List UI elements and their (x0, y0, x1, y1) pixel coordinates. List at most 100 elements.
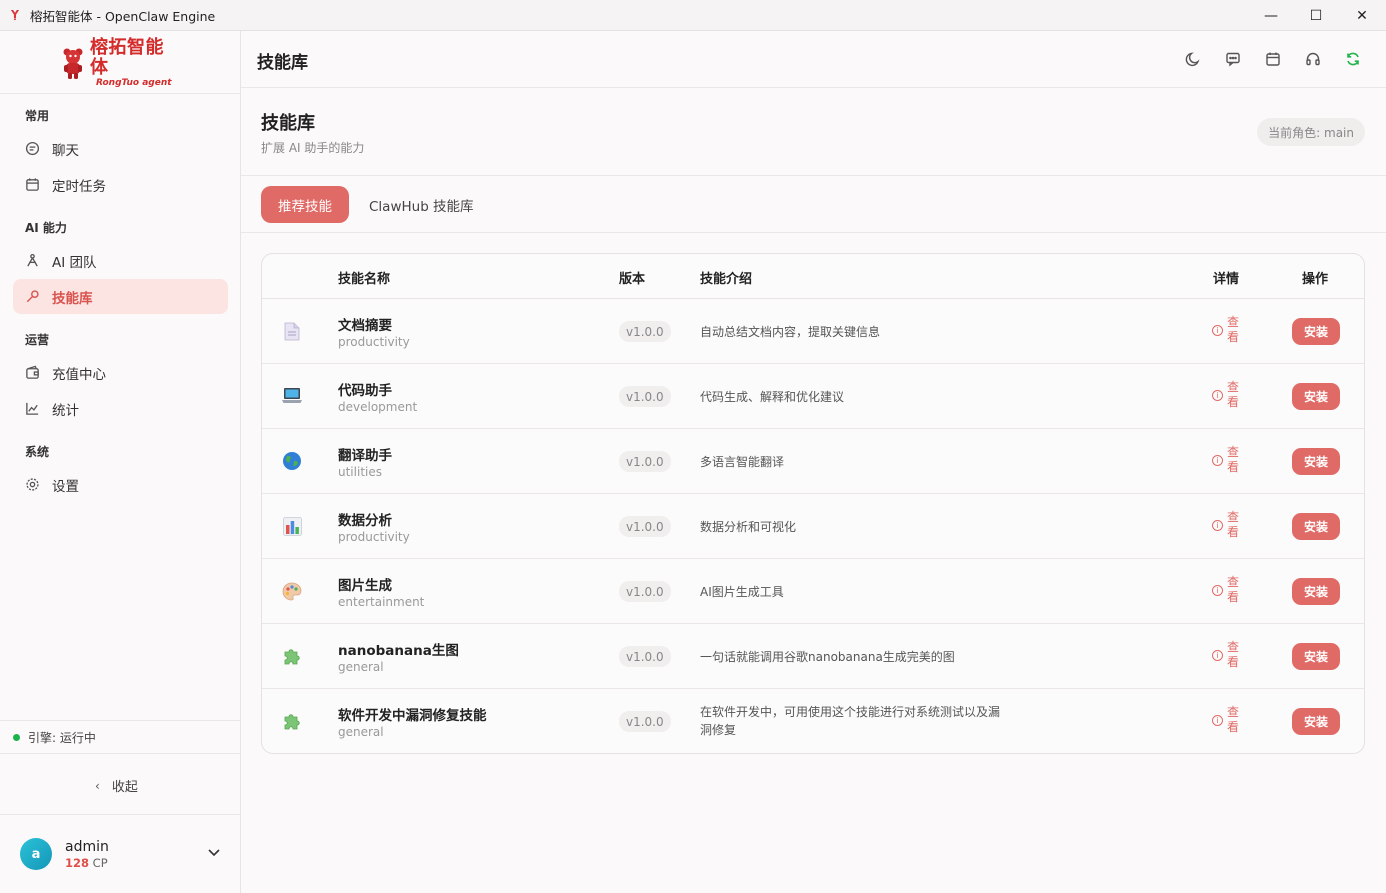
install-button[interactable]: 安装 (1292, 383, 1340, 410)
laptop-icon (282, 386, 302, 406)
skill-category: development (338, 400, 418, 414)
view-details-label: 查看 (1227, 705, 1240, 734)
skill-name: 代码助手 (338, 383, 392, 399)
view-details-link[interactable]: i 查看 (1212, 380, 1239, 410)
skill-category: productivity (338, 530, 410, 544)
sidebar-item-statistics[interactable]: 统计 (13, 391, 228, 426)
view-details-link[interactable]: i 查看 (1212, 315, 1239, 345)
view-details-link[interactable]: i 查看 (1212, 510, 1239, 540)
info-icon: i (1212, 649, 1223, 661)
chart-icon (24, 401, 40, 417)
app-logo-icon: Ỵ (11, 8, 19, 21)
install-button[interactable]: 安装 (1292, 448, 1340, 475)
brand-name: 榕拓智能体 (90, 37, 164, 78)
view-details-label: 查看 (1227, 575, 1240, 604)
table-row: 数据分析 productivity v1.0.0 数据分析和可视化 i 查看 安装 (262, 494, 1364, 559)
view-details-link[interactable]: i 查看 (1212, 640, 1239, 670)
page-title: 技能库 (257, 53, 308, 73)
sidebar-item-skills[interactable]: 技能库 (13, 279, 228, 314)
moon-icon[interactable] (1184, 50, 1202, 68)
collapse-sidebar-button[interactable]: ‹ 收起 (95, 776, 138, 796)
install-button[interactable]: 安装 (1292, 513, 1340, 540)
globe-icon (282, 451, 302, 471)
section-heading: 技能库 (261, 113, 315, 134)
document-icon (282, 321, 302, 341)
maximize-button[interactable]: ☐ (1293, 0, 1339, 31)
page-header: 技能库 扩展 AI 助手的能力 当前角色: main (241, 89, 1386, 176)
bar-chart-icon (282, 516, 302, 536)
calendar-icon (24, 177, 40, 193)
tab-recommended-skills[interactable]: 推荐技能 (261, 186, 349, 223)
minimize-button[interactable]: — (1248, 0, 1294, 31)
install-button[interactable]: 安装 (1292, 708, 1340, 735)
skill-category: utilities (338, 465, 382, 479)
column-header-name: 技能名称 (338, 272, 391, 287)
user-menu[interactable]: a admin 128 CP (20, 837, 230, 871)
skill-category: productivity (338, 335, 410, 349)
sidebar-item-scheduled-tasks[interactable]: 定时任务 (13, 167, 228, 202)
sidebar-item-label: 定时任务 (52, 178, 106, 195)
table-row: nanobanana生图 general v1.0.0 一句话就能调用谷歌nan… (262, 624, 1364, 689)
sidebar-item-ai-team[interactable]: AI 团队 (13, 243, 228, 278)
skill-name: 文档摘要 (338, 318, 392, 334)
refresh-icon[interactable] (1344, 50, 1362, 68)
view-details-link[interactable]: i 查看 (1212, 705, 1239, 735)
brand-logo[interactable]: 榕拓智能体 RongTuo agent (62, 38, 182, 88)
view-details-link[interactable]: i 查看 (1212, 575, 1239, 605)
divider (0, 814, 240, 815)
info-icon: i (1212, 454, 1223, 466)
credits-value: 128 (65, 855, 90, 870)
palette-icon (282, 581, 302, 601)
chat-icon (24, 141, 40, 157)
sidebar-item-settings[interactable]: 设置 (13, 467, 228, 502)
gear-icon (24, 477, 40, 493)
sidebar-item-label: 充值中心 (52, 366, 106, 383)
sidebar-item-chat[interactable]: 聊天 (13, 131, 228, 166)
divider (0, 753, 240, 754)
skill-name: 图片生成 (338, 578, 392, 594)
column-header-details: 详情 (1213, 272, 1240, 287)
section-title-system: 系统 (25, 445, 50, 459)
sidebar-item-recharge[interactable]: 充值中心 (13, 355, 228, 390)
top-bar: 技能库 (241, 31, 1386, 88)
puzzle-icon (282, 646, 302, 666)
skill-name: 软件开发中漏洞修复技能 (338, 708, 487, 724)
view-details-link[interactable]: i 查看 (1212, 445, 1239, 475)
table-row: 代码助手 development v1.0.0 代码生成、解释和优化建议 i 查看… (262, 364, 1364, 429)
skill-description: 代码生成、解释和优化建议 (700, 390, 845, 404)
skill-category: entertainment (338, 595, 425, 609)
section-subtitle: 扩展 AI 助手的能力 (261, 141, 365, 155)
avatar: a (20, 838, 52, 870)
skill-description: 一句话就能调用谷歌nanobanana生成完美的图 (700, 650, 955, 664)
skill-description: 多语言智能翻译 (700, 455, 785, 469)
version-badge: v1.0.0 (619, 321, 671, 342)
skill-description: 数据分析和可视化 (700, 520, 797, 534)
install-button[interactable]: 安装 (1292, 578, 1340, 605)
install-button[interactable]: 安装 (1292, 318, 1340, 345)
view-details-label: 查看 (1227, 380, 1240, 409)
divider (0, 720, 240, 721)
skill-category: general (338, 725, 384, 739)
skills-table: 技能名称 版本 技能介绍 详情 操作 文档摘要 productivity v1.… (261, 253, 1365, 754)
calendar-icon[interactable] (1264, 50, 1282, 68)
install-button[interactable]: 安装 (1292, 643, 1340, 670)
message-icon[interactable] (1224, 50, 1242, 68)
info-icon: i (1212, 714, 1223, 726)
table-row: 文档摘要 productivity v1.0.0 自动总结文档内容，提取关键信息… (262, 299, 1364, 364)
mascot-icon (62, 46, 84, 80)
tab-clawhub[interactable]: ClawHub 技能库 (369, 195, 474, 215)
skill-description: 在软件开发中，可用使用这个技能进行对系统测试以及漏洞修复 (700, 705, 1001, 737)
credits-unit: CP (92, 855, 108, 870)
table-row: 图片生成 entertainment v1.0.0 AI图片生成工具 i 查看 安… (262, 559, 1364, 624)
info-icon: i (1212, 389, 1223, 401)
skill-name: 数据分析 (338, 513, 392, 529)
maximize-icon: ☐ (1309, 7, 1323, 24)
close-window-button[interactable]: ✕ (1339, 0, 1385, 31)
sidebar-item-label: AI 团队 (52, 254, 97, 271)
view-details-label: 查看 (1227, 510, 1240, 539)
user-name: admin (65, 838, 109, 855)
table-row: 翻译助手 utilities v1.0.0 多语言智能翻译 i 查看 安装 (262, 429, 1364, 494)
headset-icon[interactable] (1304, 50, 1322, 68)
skill-description: 自动总结文档内容，提取关键信息 (700, 325, 881, 339)
sidebar: 榕拓智能体 RongTuo agent 常用 聊天 定时任务 AI 能力 AI … (0, 31, 241, 893)
